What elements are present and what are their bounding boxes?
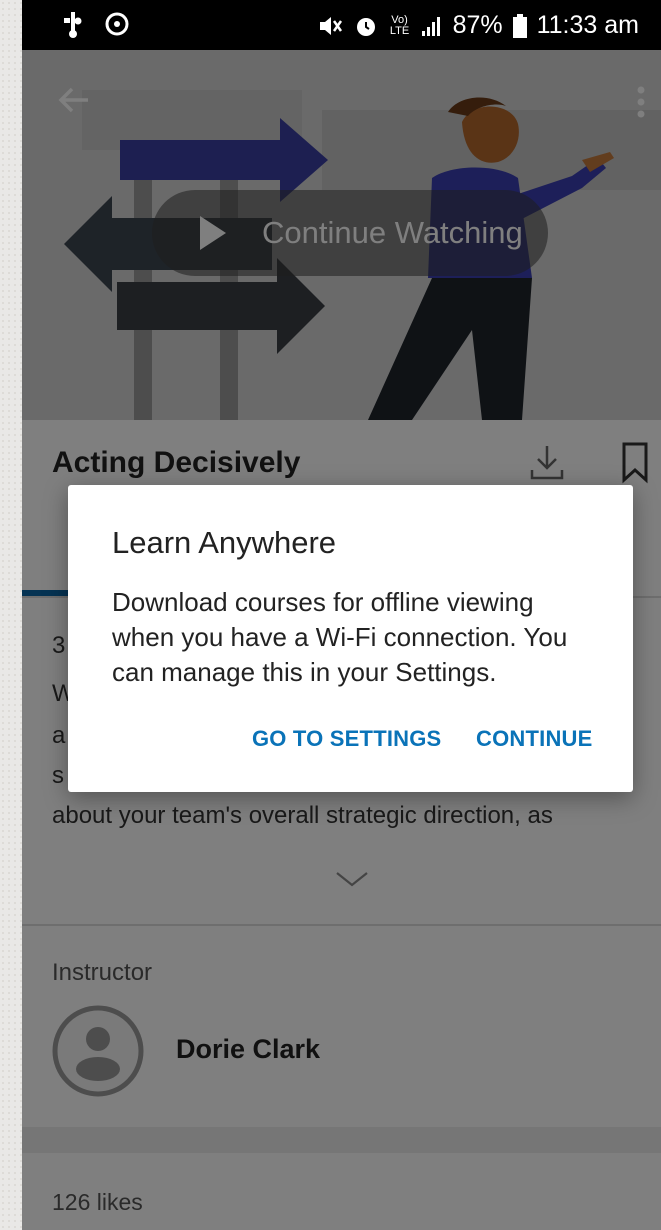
continue-button[interactable]: CONTINUE: [476, 726, 593, 752]
data-saver-icon: [105, 12, 129, 36]
mute-icon: [319, 16, 342, 35]
phone-screen: Vo) LTE 87% 11:33 am Learn Anywhere Down…: [22, 0, 661, 1230]
status-bar: Vo) LTE 87% 11:33 am: [22, 0, 661, 50]
signal-icon: [421, 16, 440, 36]
signal-label: Vo) LTE: [389, 13, 410, 37]
battery-icon: [512, 13, 527, 38]
clock: 11:33 am: [536, 11, 639, 39]
dialog-message: Download courses for offline viewing whe…: [112, 587, 568, 687]
go-to-settings-button[interactable]: GO TO SETTINGS: [252, 726, 441, 752]
battery-percent: 87%: [452, 11, 503, 39]
alarm-icon: [356, 17, 375, 36]
dialog-title: Learn Anywhere: [112, 525, 337, 560]
usb-icon: [64, 12, 82, 38]
learn-anywhere-dialog: Learn Anywhere Download courses for offl…: [68, 485, 633, 792]
